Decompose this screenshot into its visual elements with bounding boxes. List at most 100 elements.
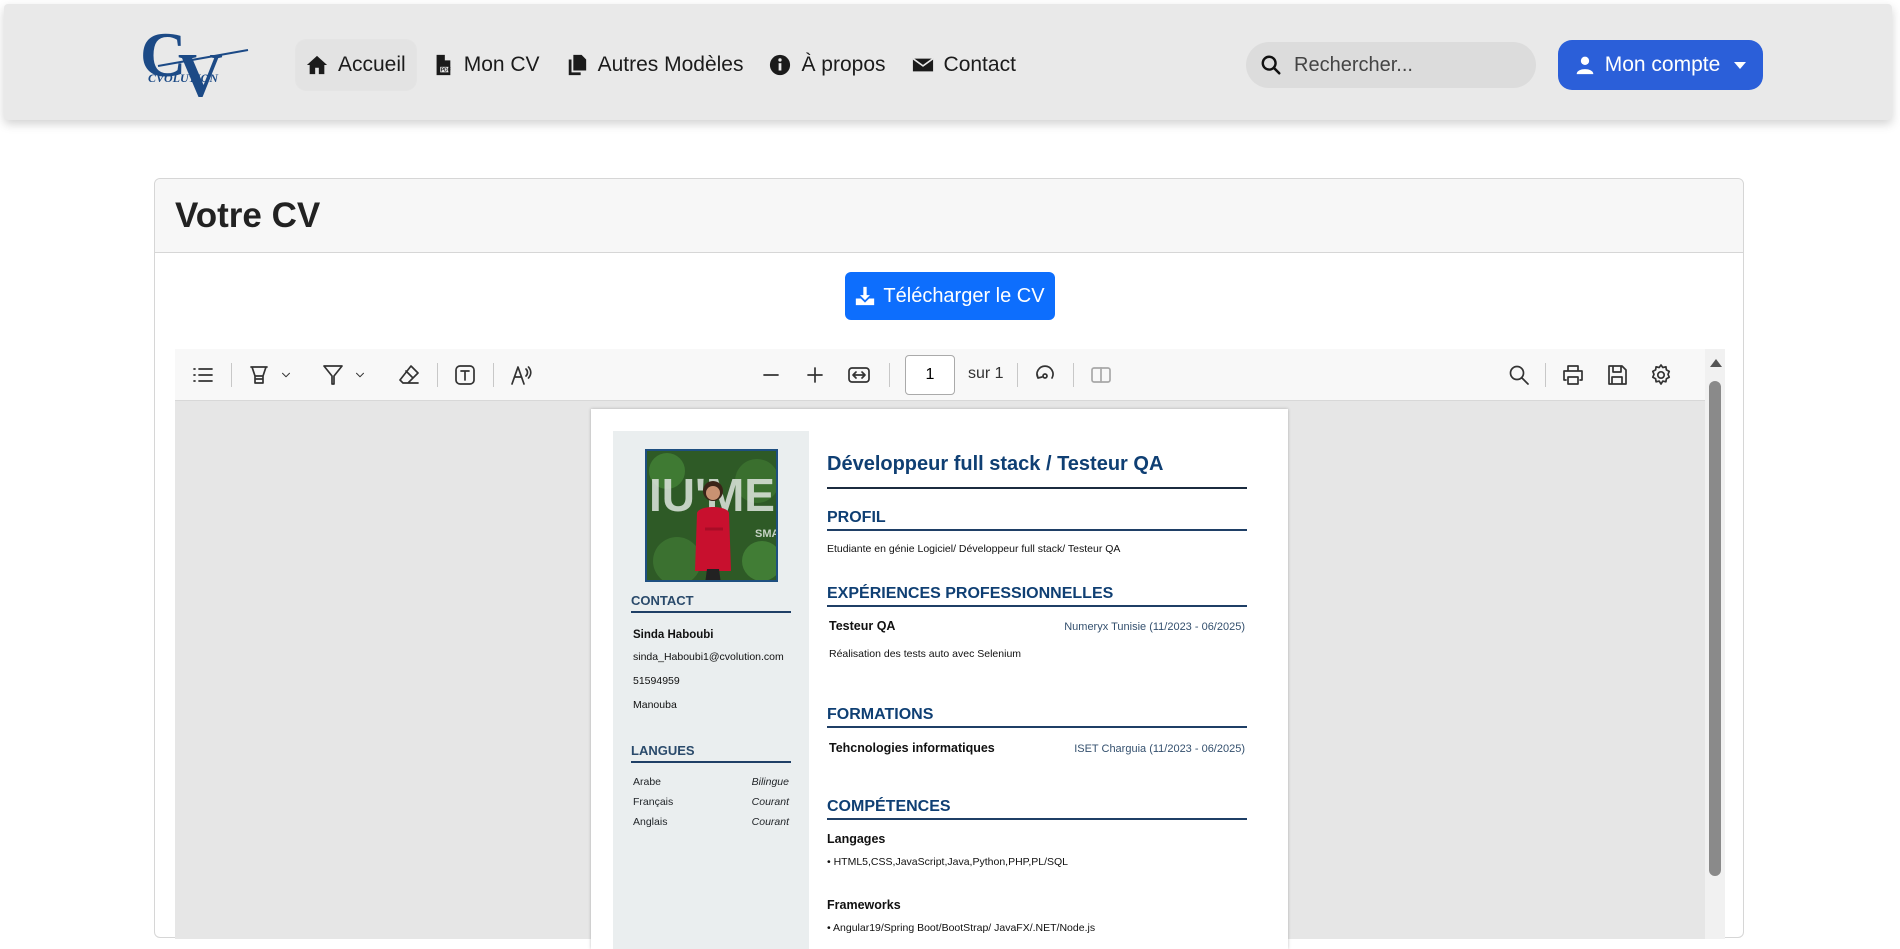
find-button[interactable] xyxy=(1505,361,1533,389)
experience-divider xyxy=(827,605,1247,607)
languages-title: LANGUES xyxy=(631,743,695,758)
page-view-button[interactable] xyxy=(1087,361,1115,389)
account-dropdown-button[interactable]: Mon compte xyxy=(1558,40,1763,90)
nav-autres-modeles-label: Autres Modèles xyxy=(597,53,744,76)
zoom-out-button[interactable] xyxy=(757,361,785,389)
experience-role: Testeur QA xyxy=(829,619,896,633)
toolbar-separator xyxy=(493,363,494,387)
user-icon xyxy=(1576,56,1594,75)
add-text-button[interactable] xyxy=(451,361,479,389)
skills-title: COMPÉTENCES xyxy=(827,798,951,815)
chevron-down-icon xyxy=(282,372,290,378)
contact-title: CONTACT xyxy=(631,593,694,608)
chevron-down-icon xyxy=(356,372,364,378)
nav-a-propos-label: À propos xyxy=(801,53,886,76)
scrollbar-thumb[interactable] xyxy=(1709,381,1721,876)
language-row: Anglais Courant xyxy=(633,816,789,828)
highlighter-icon xyxy=(250,366,268,384)
two-page-icon xyxy=(1091,367,1111,383)
profile-photo: IU'ME SMA xyxy=(645,449,778,582)
page-total: sur 1 xyxy=(968,365,1004,382)
svg-text:PDF: PDF xyxy=(440,67,450,73)
nav-home-label: Accueil xyxy=(338,53,406,76)
education-divider xyxy=(827,726,1247,728)
skill-category: Langages xyxy=(827,832,886,846)
language-level: Bilingue xyxy=(751,776,789,788)
zoom-in-button[interactable] xyxy=(801,361,829,389)
download-cv-button[interactable]: Télécharger le CV xyxy=(845,272,1055,320)
read-aloud-button[interactable] xyxy=(507,361,535,389)
settings-button[interactable] xyxy=(1647,361,1675,389)
info-icon xyxy=(770,54,791,76)
experience-title: EXPÉRIENCES PROFESSIONNELLES xyxy=(827,585,1114,602)
search-icon xyxy=(1509,365,1529,385)
search-input[interactable] xyxy=(1294,53,1514,77)
nav-contact-label: Contact xyxy=(943,53,1016,76)
education-title: FORMATIONS xyxy=(827,706,934,723)
gear-icon xyxy=(1651,364,1671,385)
draw-options-button[interactable] xyxy=(353,361,367,389)
pdf-file-icon: PDF xyxy=(436,54,450,76)
text-box-icon xyxy=(455,365,475,385)
experience-meta: Numeryx Tunisie (11/2023 - 06/2025) xyxy=(1064,621,1245,633)
envelope-icon xyxy=(911,57,934,72)
draw-button[interactable] xyxy=(319,361,347,389)
nav-mon-cv-label: Mon CV xyxy=(463,53,540,76)
print-button[interactable] xyxy=(1559,361,1587,389)
scroll-up-arrow[interactable] xyxy=(1710,359,1722,367)
cv-sidebar: IU'ME SMA CONTACT Sinda Haboubi sinda_Ha… xyxy=(613,431,809,949)
pdf-viewer: sur 1 xyxy=(175,349,1725,949)
cvolution-logo[interactable]: C V CVOLUTION xyxy=(140,22,260,106)
cv-headline: Développeur full stack / Testeur QA xyxy=(827,453,1164,475)
toolbar-separator xyxy=(1545,363,1546,387)
pdf-toolbar: sur 1 xyxy=(175,349,1705,401)
plus-icon xyxy=(807,367,823,383)
sidebar-toggle-button[interactable] xyxy=(189,361,217,389)
skill-items: • Angular19/Spring Boot/BootStrap/ JavaF… xyxy=(827,922,1096,934)
cv-card: Votre CV Télécharger le CV 1 sur 1 SMA C… xyxy=(154,178,1744,949)
languages-divider xyxy=(631,761,791,763)
download-label: Télécharger le CV xyxy=(883,284,1045,307)
education-row: Tehcnologies informatiques ISET Charguia… xyxy=(829,741,1245,755)
toolbar-separator xyxy=(231,363,232,387)
education-meta: ISET Charguia (11/2023 - 06/2025) xyxy=(1074,743,1245,755)
skill-items: • HTML5,CSS,JavaScript,Java,Python,PHP,P… xyxy=(827,856,1069,868)
rotate-button[interactable] xyxy=(1031,361,1059,389)
experience-desc: Réalisation des tests auto avec Selenium xyxy=(829,648,1022,660)
erase-button[interactable] xyxy=(395,361,423,389)
headline-divider xyxy=(827,487,1247,489)
nav-autres-modeles[interactable]: Autres Modèles xyxy=(556,40,754,90)
save-button[interactable] xyxy=(1603,361,1631,389)
experience-row: Testeur QA Numeryx Tunisie (11/2023 - 06… xyxy=(829,619,1245,633)
language-level: Courant xyxy=(751,816,789,828)
nav-a-propos[interactable]: À propos xyxy=(759,40,895,90)
nav-home[interactable]: Accueil xyxy=(296,40,416,90)
highlight-options-button[interactable] xyxy=(279,361,293,389)
fit-width-button[interactable] xyxy=(845,361,873,389)
account-label: Mon compte xyxy=(1604,53,1721,76)
education-degree: Tehcnologies informatiques xyxy=(829,741,995,755)
viewer-scrollbar[interactable] xyxy=(1705,349,1725,939)
contact-divider xyxy=(631,611,791,613)
top-navbar: C V CVOLUTION Accueil PDF Mon CV Autres … xyxy=(4,4,1892,120)
list-icon xyxy=(193,368,213,382)
contact-phone: 51594959 xyxy=(633,675,680,687)
nav-mon-cv[interactable]: PDF Mon CV xyxy=(422,40,550,90)
page-number-input[interactable] xyxy=(905,355,955,395)
fit-width-icon xyxy=(848,367,870,383)
pen-icon xyxy=(323,365,343,385)
search-icon xyxy=(1261,55,1281,75)
contact-city: Manouba xyxy=(633,699,677,711)
rotate-icon xyxy=(1036,365,1054,379)
language-name: Anglais xyxy=(633,816,668,828)
card-header: Votre CV xyxy=(155,179,1743,253)
pdf-page: IU'ME SMA CONTACT Sinda Haboubi sinda_Ha… xyxy=(591,409,1288,949)
language-name: Français xyxy=(633,796,674,808)
chevron-down-icon xyxy=(1734,61,1747,69)
highlight-button[interactable] xyxy=(245,361,273,389)
toolbar-separator xyxy=(437,363,438,387)
nav-contact[interactable]: Contact xyxy=(902,40,1026,90)
toolbar-separator xyxy=(1017,363,1018,387)
language-row: Français Courant xyxy=(633,796,789,808)
page-title: Votre CV xyxy=(175,195,321,235)
